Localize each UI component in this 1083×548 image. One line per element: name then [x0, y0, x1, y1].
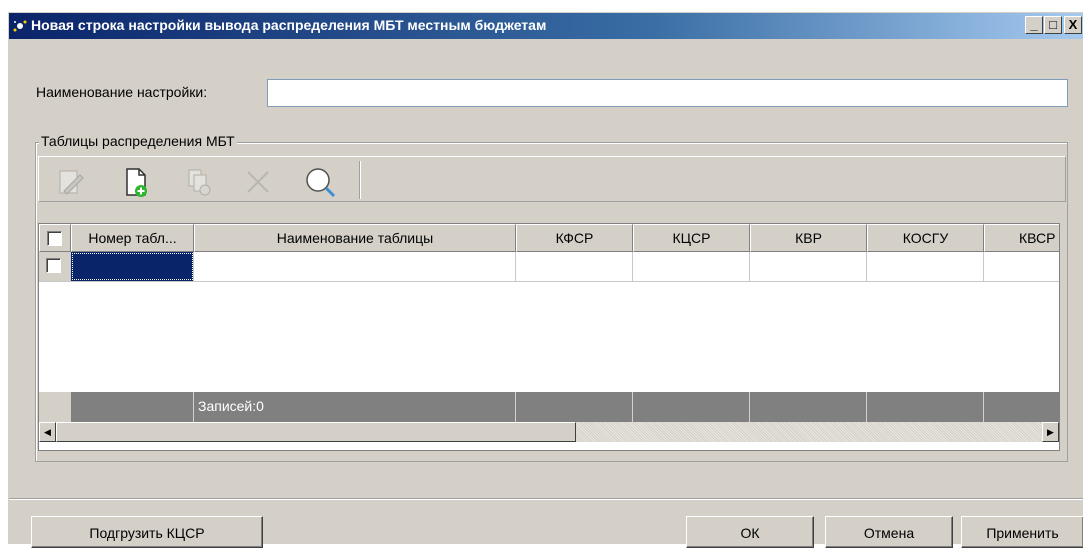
horizontal-scrollbar[interactable]: ◀ ▶	[39, 422, 1059, 442]
footer-cell-number	[71, 392, 194, 422]
tables-grid: Номер табл... Наименование таблицы КФСР …	[38, 223, 1060, 451]
column-header-table-name[interactable]: Наименование таблицы	[194, 224, 516, 252]
scroll-left-icon[interactable]: ◀	[39, 422, 56, 442]
title-bar[interactable]: Новая строка настройки вывода распределе…	[9, 13, 1083, 39]
dialog-window: Новая строка настройки вывода распределе…	[8, 12, 1083, 548]
footer-cell-kcsr	[633, 392, 750, 422]
minimize-button[interactable]: _	[1025, 16, 1043, 34]
maximize-button[interactable]: □	[1044, 16, 1062, 34]
row-select-cell[interactable]	[39, 252, 71, 281]
search-icon[interactable]	[303, 165, 337, 199]
row-cell-kcsr[interactable]	[633, 252, 750, 281]
table-row[interactable]	[39, 252, 1059, 282]
tables-group-title: Таблицы распределения МБТ	[39, 133, 237, 149]
row-cell-kvsr[interactable]	[984, 252, 1059, 281]
new-document-icon[interactable]	[119, 165, 153, 199]
column-header-kvr[interactable]: КВР	[750, 224, 867, 252]
select-all-checkbox[interactable]	[47, 231, 62, 246]
column-header-kcsr[interactable]: КЦСР	[633, 224, 750, 252]
setting-name-label: Наименование настройки:	[36, 84, 208, 100]
copy-icon[interactable]	[181, 165, 215, 199]
records-count: Записей:0	[194, 392, 516, 422]
footer-cell-kosgu	[867, 392, 984, 422]
app-icon	[13, 20, 27, 32]
button-divider	[9, 498, 1083, 500]
header-select-all[interactable]	[39, 224, 71, 252]
row-cell-kvr[interactable]	[750, 252, 867, 281]
column-header-kvsr[interactable]: КВСР	[984, 224, 1059, 252]
row-cell-table-name[interactable]	[194, 252, 516, 281]
row-checkbox[interactable]	[46, 258, 61, 273]
column-header-kfsr[interactable]: КФСР	[516, 224, 633, 252]
footer-cell-kfsr	[516, 392, 633, 422]
grid-footer: Записей:0	[39, 392, 1059, 422]
row-cell-number[interactable]	[71, 252, 194, 281]
footer-corner	[39, 392, 71, 422]
load-kcsr-button[interactable]: Подгрузить КЦСР	[31, 516, 263, 548]
toolbar-separator	[359, 161, 361, 199]
apply-button[interactable]: Применить	[961, 516, 1083, 548]
ok-button[interactable]: ОК	[686, 516, 814, 548]
close-button[interactable]: X	[1064, 16, 1082, 34]
scroll-right-icon[interactable]: ▶	[1042, 422, 1059, 442]
row-cell-kosgu[interactable]	[867, 252, 984, 281]
setting-name-input[interactable]	[267, 79, 1068, 107]
edit-icon[interactable]	[53, 165, 87, 199]
cancel-button[interactable]: Отмена	[825, 516, 953, 548]
delete-icon[interactable]	[241, 165, 275, 199]
grid-toolbar	[38, 156, 1066, 202]
column-header-kosgu[interactable]: КОСГУ	[867, 224, 984, 252]
grid-header: Номер табл... Наименование таблицы КФСР …	[39, 224, 1059, 252]
footer-cell-kvsr	[984, 392, 1059, 422]
column-header-number[interactable]: Номер табл...	[71, 224, 194, 252]
scrollbar-thumb[interactable]	[56, 422, 576, 442]
footer-cell-kvr	[750, 392, 867, 422]
row-cell-kfsr[interactable]	[516, 252, 633, 281]
window-title: Новая строка настройки вывода распределе…	[31, 17, 547, 33]
